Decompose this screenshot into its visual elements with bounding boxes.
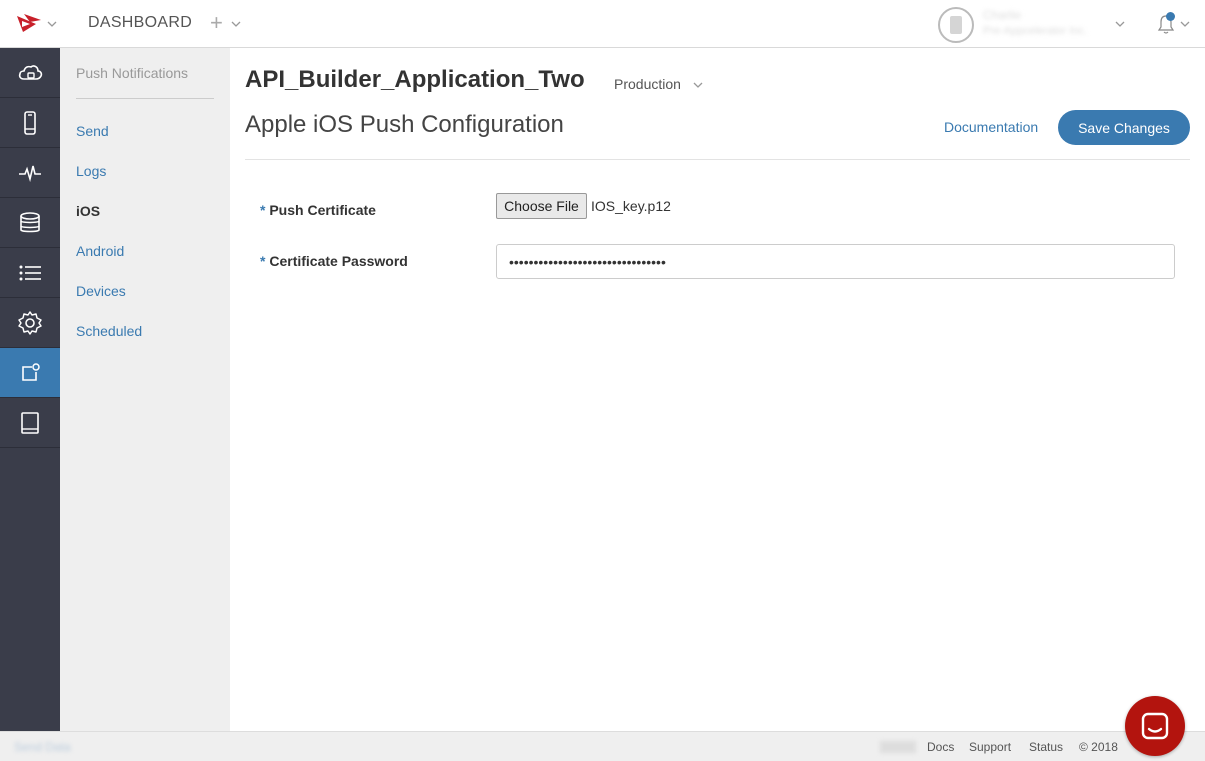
page-title: Apple iOS Push Configuration bbox=[245, 111, 564, 138]
nav-settings[interactable] bbox=[0, 298, 60, 348]
required-mark: * bbox=[260, 253, 266, 269]
add-icon[interactable]: + bbox=[210, 11, 223, 35]
nav-mobile[interactable] bbox=[0, 98, 60, 148]
icon-sidebar bbox=[0, 48, 60, 731]
chevron-down-icon[interactable] bbox=[1180, 19, 1190, 29]
chevron-down-icon[interactable] bbox=[1115, 19, 1125, 29]
top-bar: DASHBOARD + Charlie Pre-Appcelerator Inc… bbox=[0, 0, 1205, 48]
nav-push-notifications[interactable] bbox=[0, 348, 60, 398]
database-icon bbox=[20, 211, 40, 232]
subnav-item-logs[interactable]: Logs bbox=[76, 163, 106, 179]
subnav-item-send[interactable]: Send bbox=[76, 123, 109, 139]
cloud-icon bbox=[18, 64, 43, 80]
footer-placeholder bbox=[880, 741, 916, 753]
push-certificate-label-text: Push Certificate bbox=[269, 202, 376, 218]
selected-file-name: IOS_key.p12 bbox=[591, 198, 671, 214]
push-certificate-label: * Push Certificate bbox=[260, 202, 376, 218]
push-notifications-menu: Push Notifications Send Logs iOS Android… bbox=[60, 48, 230, 731]
push-notification-icon bbox=[22, 362, 40, 381]
avatar[interactable] bbox=[938, 7, 974, 43]
dashboard-link[interactable]: DASHBOARD bbox=[88, 14, 192, 32]
nav-database[interactable] bbox=[0, 198, 60, 248]
subnav-item-android[interactable]: Android bbox=[76, 243, 124, 259]
subnav-item-ios[interactable]: iOS bbox=[76, 203, 100, 219]
user-org: Pre-Appcelerator Inc. bbox=[983, 25, 1087, 37]
footer-left-text: Send Data bbox=[14, 740, 71, 754]
choose-file-button[interactable]: Choose File bbox=[496, 193, 587, 219]
app-name: API_Builder_Application_Two bbox=[245, 66, 585, 93]
list-icon bbox=[19, 265, 41, 280]
footer-docs-link[interactable]: Docs bbox=[927, 740, 954, 754]
chevron-down-icon[interactable] bbox=[47, 19, 57, 29]
environment-select[interactable]: Production bbox=[614, 76, 681, 92]
documentation-link[interactable]: Documentation bbox=[944, 119, 1038, 135]
mobile-icon bbox=[24, 110, 36, 135]
save-changes-button[interactable]: Save Changes bbox=[1058, 110, 1190, 145]
analytics-icon bbox=[19, 165, 41, 182]
notification-badge bbox=[1166, 12, 1175, 21]
subnav-item-devices[interactable]: Devices bbox=[76, 283, 126, 299]
subnav-item-scheduled[interactable]: Scheduled bbox=[76, 323, 142, 339]
book-icon bbox=[21, 411, 39, 434]
chat-icon bbox=[1141, 712, 1169, 740]
chevron-down-icon[interactable] bbox=[693, 80, 703, 90]
divider bbox=[245, 159, 1190, 160]
required-mark: * bbox=[260, 202, 266, 218]
certificate-password-label-text: Certificate Password bbox=[269, 253, 408, 269]
chat-button[interactable] bbox=[1125, 696, 1185, 756]
copyright: © 2018 bbox=[1079, 740, 1118, 754]
nav-list[interactable] bbox=[0, 248, 60, 298]
subnav-header: Push Notifications bbox=[76, 65, 189, 81]
nav-cloud[interactable] bbox=[0, 48, 60, 98]
footer-support-link[interactable]: Support bbox=[969, 740, 1011, 754]
chevron-down-icon[interactable] bbox=[231, 19, 241, 29]
user-name: Charlie bbox=[983, 8, 1022, 22]
nav-analytics[interactable] bbox=[0, 148, 60, 198]
footer-status-link[interactable]: Status bbox=[1029, 740, 1063, 754]
footer: Send Data Docs Support Status © 2018 bbox=[0, 731, 1205, 761]
certificate-password-field[interactable] bbox=[496, 244, 1175, 279]
gear-icon bbox=[18, 310, 42, 335]
certificate-password-label: * Certificate Password bbox=[260, 253, 408, 269]
brand-logo[interactable] bbox=[16, 12, 42, 36]
nav-docs[interactable] bbox=[0, 398, 60, 448]
user-menu[interactable]: Charlie Pre-Appcelerator Inc. bbox=[983, 8, 1108, 40]
environment-label: Production bbox=[614, 76, 681, 92]
divider bbox=[76, 98, 214, 99]
